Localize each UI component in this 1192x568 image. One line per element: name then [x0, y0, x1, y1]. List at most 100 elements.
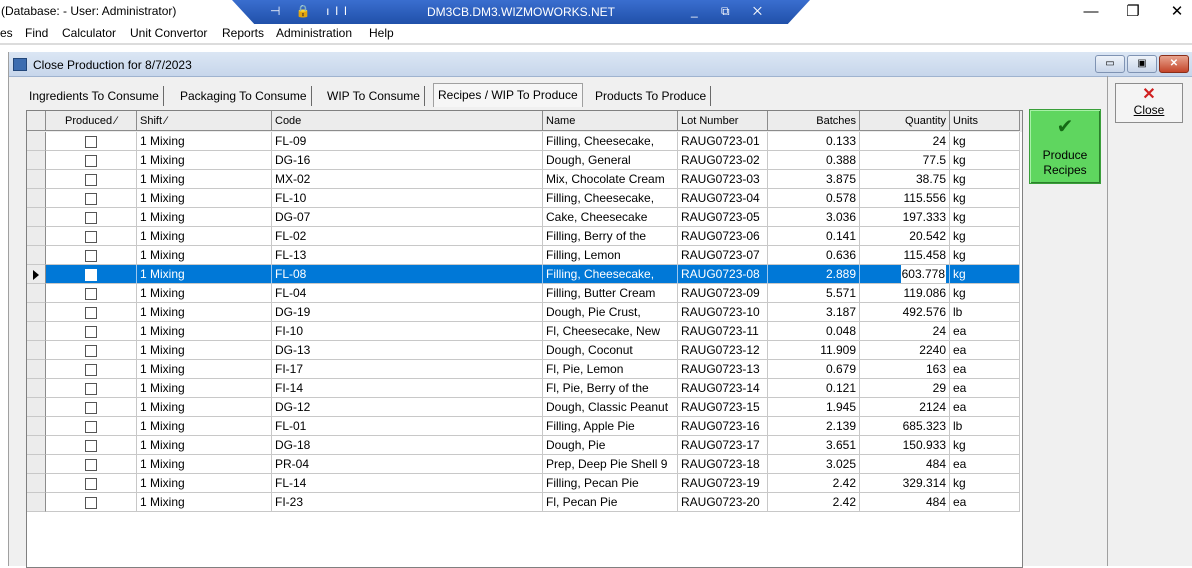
minimize-icon[interactable]: —	[1076, 2, 1106, 22]
table-row[interactable]: 1 Mixing FL-13 Filling, Lemon RAUG0723-07 0.…	[27, 246, 1022, 265]
table-row[interactable]: 1 Mixing DG-12 Dough, Classic Peanut RAUG07…	[27, 398, 1022, 417]
table-row[interactable]: 1 Mixing PR-04 Prep, Deep Pie Shell 9 RAUG0…	[27, 455, 1022, 474]
row-selector[interactable]	[27, 474, 46, 493]
table-row[interactable]: 1 Mixing FI-23 Fl, Pecan Pie RAUG0723-20 2.4…	[27, 493, 1022, 512]
table-row[interactable]: 1 Mixing FI-14 Fl, Pie, Berry of the RAUG07…	[27, 379, 1022, 398]
produced-checkbox[interactable]	[85, 136, 97, 148]
column-header-quantity[interactable]: Quantity	[860, 111, 950, 131]
column-header-code[interactable]: Code	[272, 111, 543, 131]
menu-item-reports[interactable]: Reports	[222, 26, 264, 40]
row-selector[interactable]	[27, 379, 46, 398]
row-selector[interactable]	[27, 227, 46, 246]
produced-checkbox[interactable]	[85, 155, 97, 167]
produce-recipes-button[interactable]: ✔ Produce Recipes	[1029, 109, 1101, 184]
table-row[interactable]: 1 Mixing MX-02 Mix, Chocolate Cream RAUG072…	[27, 170, 1022, 189]
units-cell-text: ea	[953, 457, 967, 471]
tab-products-to-produce[interactable]: Products To Produce	[591, 86, 712, 106]
table-row[interactable]: 1 Mixing FI-10 Fl, Cheesecake, New RAUG0723…	[27, 322, 1022, 341]
child-close-icon[interactable]: ✕	[1159, 55, 1189, 73]
units-cell-text: ea	[953, 362, 967, 376]
produced-checkbox[interactable]	[85, 231, 97, 243]
row-selector[interactable]	[27, 398, 46, 417]
produced-checkbox[interactable]	[85, 497, 97, 509]
child-minimize-icon[interactable]: ▭	[1095, 55, 1125, 73]
produced-checkbox[interactable]	[85, 212, 97, 224]
app-title-bar: (Database: - User: Administrator) ⊣ 🔒 ıl…	[0, 0, 1192, 25]
row-selector[interactable]	[27, 341, 46, 360]
column-header-name[interactable]: Name	[543, 111, 678, 131]
table-row[interactable]: 1 Mixing FL-08 Filling, Cheesecake, RAUG072…	[27, 265, 1022, 284]
menu-item-unit-convertor[interactable]: Unit Convertor	[130, 26, 207, 40]
units-cell: kg	[950, 189, 1020, 208]
row-selector[interactable]	[27, 303, 46, 322]
tab-packaging-to-consume[interactable]: Packaging To Consume	[176, 86, 312, 106]
menu-item-es[interactable]: es	[0, 26, 13, 40]
column-header-batches[interactable]: Batches	[768, 111, 860, 131]
produced-checkbox[interactable]	[85, 478, 97, 490]
menu-item-administration[interactable]: Administration	[276, 26, 352, 40]
row-selector[interactable]	[27, 132, 46, 151]
menu-item-calculator[interactable]: Calculator	[62, 26, 116, 40]
produced-checkbox[interactable]	[85, 288, 97, 300]
produced-checkbox[interactable]	[85, 307, 97, 319]
batches-cell: 0.679	[768, 360, 860, 379]
close-button[interactable]: ✕ Close	[1115, 83, 1183, 123]
row-selector[interactable]	[27, 436, 46, 455]
table-row[interactable]: 1 Mixing FI-17 Fl, Pie, Lemon RAUG0723-13 0.…	[27, 360, 1022, 379]
shift-cell: 1 Mixing	[137, 227, 272, 246]
row-selector[interactable]	[27, 360, 46, 379]
produced-checkbox[interactable]	[85, 402, 97, 414]
table-row[interactable]: 1 Mixing FL-10 Filling, Cheesecake, RAUG072…	[27, 189, 1022, 208]
produced-checkbox[interactable]	[85, 345, 97, 357]
produced-checkbox[interactable]	[85, 193, 97, 205]
row-selector[interactable]	[27, 170, 46, 189]
table-row[interactable]: 1 Mixing DG-16 Dough, General RAUG0723-02 0.…	[27, 151, 1022, 170]
produced-checkbox[interactable]	[85, 326, 97, 338]
menu-item-help[interactable]: Help	[369, 26, 394, 40]
quantity-cell[interactable]: 603.778	[860, 265, 950, 284]
close-window-icon[interactable]: ✕	[1162, 2, 1192, 22]
batches-cell: 2.139	[768, 417, 860, 436]
row-selector[interactable]	[27, 417, 46, 436]
batches-cell-text: 2.889	[825, 267, 856, 281]
remote-window-controls-icon[interactable]: _ ⧉ ✕	[691, 4, 772, 19]
produced-checkbox[interactable]	[85, 250, 97, 262]
row-selector[interactable]	[27, 189, 46, 208]
tab-ingredients-to-consume[interactable]: Ingredients To Consume	[25, 86, 164, 106]
lot-number-cell: RAUG0723-07	[678, 246, 768, 265]
produced-checkbox[interactable]	[85, 383, 97, 395]
row-selector[interactable]	[27, 322, 46, 341]
table-row[interactable]: 1 Mixing DG-07 Cake, Cheesecake RAUG0723-05…	[27, 208, 1022, 227]
row-selector[interactable]	[27, 455, 46, 474]
produced-checkbox[interactable]	[85, 440, 97, 452]
produced-checkbox[interactable]	[85, 269, 97, 281]
tab-recipes-wip-to-produce[interactable]: Recipes / WIP To Produce	[433, 83, 583, 107]
table-row[interactable]: 1 Mixing DG-19 Dough, Pie Crust, RAUG0723-1…	[27, 303, 1022, 322]
menu-item-find[interactable]: Find	[25, 26, 48, 40]
table-row[interactable]: 1 Mixing FL-04 Filling, Butter Cream RAUG07…	[27, 284, 1022, 303]
produced-checkbox[interactable]	[85, 364, 97, 376]
tab-wip-to-consume[interactable]: WIP To Consume	[323, 86, 425, 106]
column-header-units[interactable]: Units	[950, 111, 1020, 131]
produced-checkbox[interactable]	[85, 174, 97, 186]
table-row[interactable]: 1 Mixing FL-01 Filling, Apple Pie RAUG0723-…	[27, 417, 1022, 436]
row-selector[interactable]	[27, 493, 46, 512]
column-header-produced[interactable]: Produced ∕	[46, 111, 137, 131]
row-selector[interactable]	[27, 151, 46, 170]
child-maximize-icon[interactable]: ▣	[1127, 55, 1157, 73]
row-selector[interactable]	[27, 284, 46, 303]
produced-checkbox[interactable]	[85, 459, 97, 471]
restore-icon[interactable]: ❐	[1118, 2, 1148, 22]
produced-checkbox[interactable]	[85, 421, 97, 433]
row-selector[interactable]	[27, 265, 46, 284]
table-row[interactable]: 1 Mixing DG-18 Dough, Pie RAUG0723-17 3.651 1…	[27, 436, 1022, 455]
remote-session-bar[interactable]: ⊣ 🔒 ıll DM3CB.DM3.WIZMOWORKS.NET _ ⧉ ✕	[232, 0, 810, 25]
table-row[interactable]: 1 Mixing FL-14 Filling, Pecan Pie RAUG0723-…	[27, 474, 1022, 493]
table-row[interactable]: 1 Mixing DG-13 Dough, Coconut RAUG0723-12 11…	[27, 341, 1022, 360]
table-row[interactable]: 1 Mixing FL-09 Filling, Cheesecake, RAUG072…	[27, 132, 1022, 151]
row-selector[interactable]	[27, 208, 46, 227]
row-selector[interactable]	[27, 246, 46, 265]
column-header-lot-number[interactable]: Lot Number	[678, 111, 768, 131]
column-header-shift[interactable]: Shift ∕	[137, 111, 272, 131]
table-row[interactable]: 1 Mixing FL-02 Filling, Berry of the RAUG07…	[27, 227, 1022, 246]
